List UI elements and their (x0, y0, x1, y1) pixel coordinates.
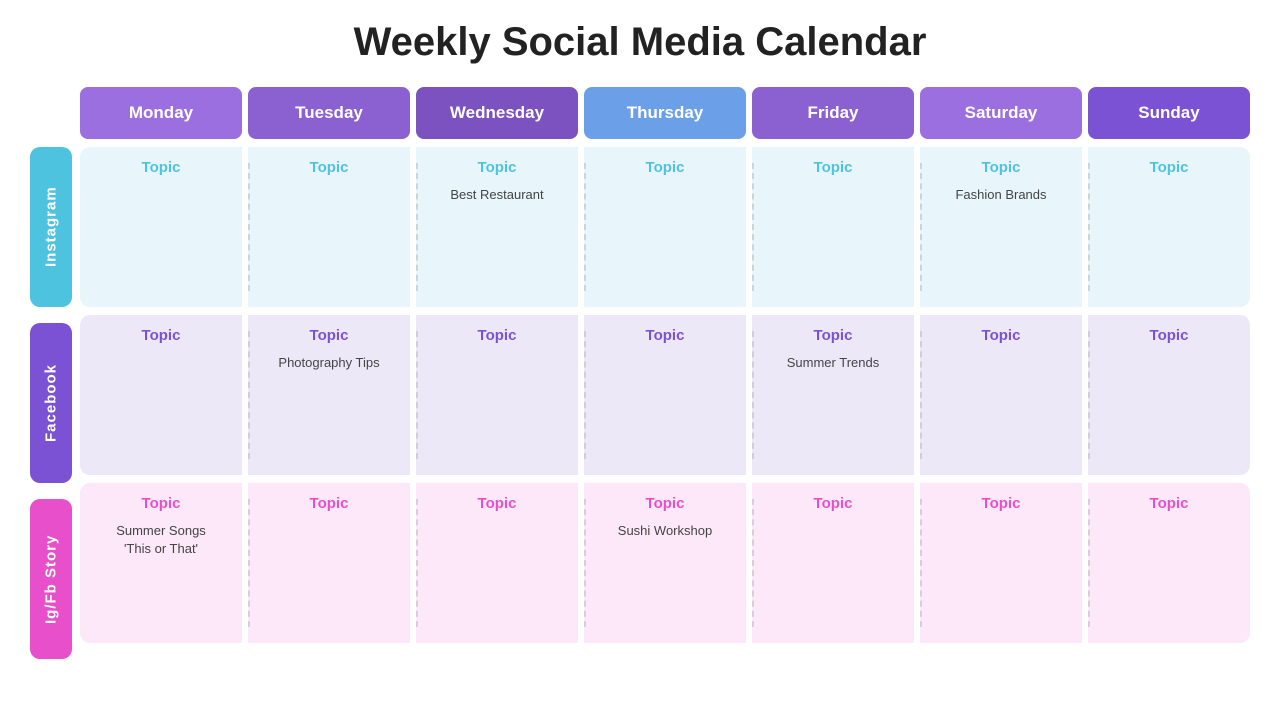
cell-facebook-saturday[interactable]: Topic (920, 315, 1082, 475)
cell-content: Summer Trends (787, 354, 879, 372)
cell-topic: Topic (646, 159, 685, 176)
page-title: Weekly Social Media Calendar (354, 20, 927, 65)
cell-facebook-tuesday[interactable]: Topic Photography Tips (248, 315, 410, 475)
day-header-friday: Friday (752, 87, 914, 139)
cell-topic: Topic (142, 159, 181, 176)
day-header-saturday: Saturday (920, 87, 1082, 139)
cell-facebook-friday[interactable]: Topic Summer Trends (752, 315, 914, 475)
cell-igfb-monday[interactable]: Topic Summer Songs'This or That' (80, 483, 242, 643)
content-row-igfb: TopicSummer Songs'This or That'TopicTopi… (80, 483, 1250, 643)
cell-igfb-sunday[interactable]: Topic (1088, 483, 1250, 643)
cell-topic: Topic (310, 327, 349, 344)
cell-igfb-thursday[interactable]: Topic Sushi Workshop (584, 483, 746, 643)
cell-content: Fashion Brands (955, 186, 1046, 204)
content-row-facebook: TopicTopicPhotography TipsTopicTopicTopi… (80, 315, 1250, 475)
cell-content: Best Restaurant (450, 186, 543, 204)
grid-section: MondayTuesdayWednesdayThursdayFridaySatu… (80, 87, 1250, 659)
cell-igfb-saturday[interactable]: Topic (920, 483, 1082, 643)
cell-topic: Topic (814, 327, 853, 344)
cell-topic: Topic (814, 495, 853, 512)
cell-facebook-thursday[interactable]: Topic (584, 315, 746, 475)
cell-topic: Topic (478, 495, 517, 512)
cell-igfb-wednesday[interactable]: Topic (416, 483, 578, 643)
cell-facebook-sunday[interactable]: Topic (1088, 315, 1250, 475)
row-label-igfb: Ig/Fb Story (30, 499, 72, 659)
cell-topic: Topic (1150, 327, 1189, 344)
cell-facebook-wednesday[interactable]: Topic (416, 315, 578, 475)
cell-instagram-wednesday[interactable]: Topic Best Restaurant (416, 147, 578, 307)
day-header-wednesday: Wednesday (416, 87, 578, 139)
day-header-monday: Monday (80, 87, 242, 139)
cell-igfb-friday[interactable]: Topic (752, 483, 914, 643)
cell-content: Sushi Workshop (618, 522, 712, 540)
cell-topic: Topic (982, 327, 1021, 344)
cell-topic: Topic (646, 327, 685, 344)
cell-instagram-thursday[interactable]: Topic (584, 147, 746, 307)
cell-instagram-monday[interactable]: Topic (80, 147, 242, 307)
cell-topic: Topic (310, 159, 349, 176)
content-row-instagram: TopicTopicTopicBest RestaurantTopicTopic… (80, 147, 1250, 307)
cell-topic: Topic (646, 495, 685, 512)
cell-instagram-saturday[interactable]: Topic Fashion Brands (920, 147, 1082, 307)
cell-igfb-tuesday[interactable]: Topic (248, 483, 410, 643)
day-header-thursday: Thursday (584, 87, 746, 139)
cell-topic: Topic (982, 495, 1021, 512)
cell-content: Photography Tips (278, 354, 379, 372)
day-header-sunday: Sunday (1088, 87, 1250, 139)
cell-topic: Topic (478, 327, 517, 344)
cell-topic: Topic (478, 159, 517, 176)
cell-instagram-tuesday[interactable]: Topic (248, 147, 410, 307)
cell-topic: Topic (142, 327, 181, 344)
day-header-tuesday: Tuesday (248, 87, 410, 139)
row-label-instagram: Instagram (30, 147, 72, 307)
cell-topic: Topic (1150, 495, 1189, 512)
cell-instagram-sunday[interactable]: Topic (1088, 147, 1250, 307)
cell-topic: Topic (982, 159, 1021, 176)
cell-topic: Topic (814, 159, 853, 176)
cell-topic: Topic (142, 495, 181, 512)
cell-instagram-friday[interactable]: Topic (752, 147, 914, 307)
row-labels: Instagram Facebook Ig/Fb Story (30, 87, 72, 659)
cell-topic: Topic (1150, 159, 1189, 176)
header-row: MondayTuesdayWednesdayThursdayFridaySatu… (80, 87, 1250, 139)
cell-content: Summer Songs'This or That' (116, 522, 206, 558)
calendar-wrapper: Instagram Facebook Ig/Fb Story MondayTuesd… (30, 87, 1250, 659)
row-label-facebook: Facebook (30, 323, 72, 483)
cell-facebook-monday[interactable]: Topic (80, 315, 242, 475)
cell-topic: Topic (310, 495, 349, 512)
